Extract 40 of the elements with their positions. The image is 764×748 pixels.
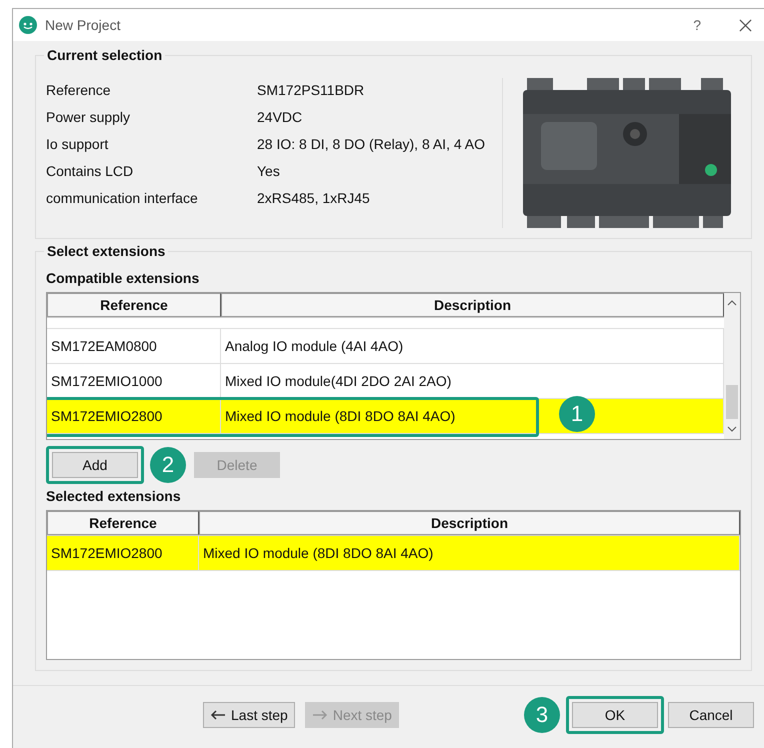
close-icon[interactable]	[739, 18, 752, 32]
back-button[interactable]: Last step	[203, 702, 295, 728]
step-number-badge: 1	[559, 396, 595, 432]
group-title: Select extensions	[44, 243, 168, 259]
group-title: Current selection	[44, 47, 166, 63]
field-value: Yes	[257, 163, 280, 179]
field-label: Contains LCD	[46, 163, 134, 179]
table-row[interactable]: SM172EAM0800 Analog IO module (4AI 4AO)	[47, 329, 724, 364]
arrow-icon	[312, 709, 328, 721]
field-value: 28 IO: 8 DI, 8 DO (Relay), 8 AI, 4 AO	[257, 136, 485, 152]
field-label: Power supply	[46, 109, 132, 125]
column-header[interactable]: Description	[221, 293, 724, 317]
ok-button[interactable]: OK	[572, 702, 658, 728]
cancel-button[interactable]: Cancel	[668, 702, 754, 728]
table-row[interactable]: SM172EMIO2800 Mixed IO module (8DI 8DO 8AI 4AO) 1	[47, 399, 724, 434]
field-value: 2xRS485, 1xRJ45	[257, 190, 370, 206]
step-number-badge: 2	[150, 447, 186, 483]
scrollbar[interactable]	[724, 293, 740, 439]
field-label: communication interface	[46, 190, 199, 206]
table-cell: SM172EAM0800	[47, 329, 221, 363]
field-value: SM172PS11BDR	[257, 82, 364, 98]
column-header[interactable]: Reference	[47, 293, 221, 317]
table-row[interactable]: SM172EMIO2800 Mixed IO module (8DI 8DO 8AI 4AO)	[47, 536, 740, 571]
column-header[interactable]: Description	[199, 511, 740, 535]
window-title: New Project	[45, 17, 122, 33]
section-title: Selected extensions	[46, 488, 182, 504]
arrow-icon	[210, 709, 226, 721]
field-value: 24VDC	[257, 109, 302, 125]
field-label: Reference	[46, 82, 112, 98]
table-cell: SM172EMIO2800	[47, 536, 199, 570]
table-cell: Mixed IO module (8DI 8DO 8AI 4AO)	[199, 536, 740, 570]
add-button[interactable]: Add	[52, 452, 138, 478]
field-label: Io support	[46, 136, 110, 152]
app-logo-icon	[19, 16, 37, 34]
help-button[interactable]: ?	[693, 17, 701, 33]
step-number-badge: 3	[524, 697, 560, 733]
table-cell: SM172EMIO1000	[47, 364, 221, 398]
table-cell: SM172EMIO2800	[47, 399, 221, 433]
column-header[interactable]: Reference	[47, 511, 199, 535]
section-title: Compatible extensions	[46, 270, 200, 286]
